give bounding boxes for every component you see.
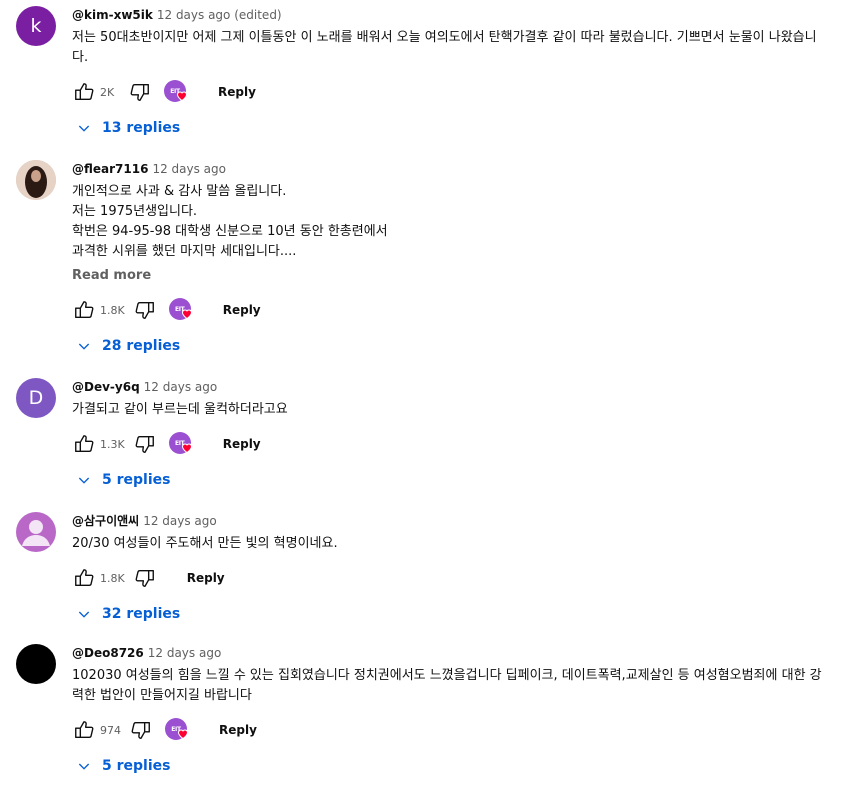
heart-icon xyxy=(181,309,192,319)
dislike-button[interactable] xyxy=(129,428,161,460)
replies-label: 32 replies xyxy=(102,606,181,622)
like-count: 974 xyxy=(100,723,121,737)
replies-label: 5 replies xyxy=(102,758,171,774)
view-replies-button[interactable]: 28 replies xyxy=(76,328,832,364)
author-name[interactable]: @Deo8726 xyxy=(72,646,144,660)
comment-actions: 974 EIT Reply xyxy=(68,714,832,746)
default-person-icon xyxy=(22,520,50,546)
view-replies-button[interactable]: 13 replies xyxy=(76,110,832,146)
like-button[interactable] xyxy=(68,294,100,326)
chevron-down-icon xyxy=(78,343,90,350)
creator-heart-badge: EIT xyxy=(160,76,192,108)
replies-label: 13 replies xyxy=(102,120,181,136)
comment-body: @kim-xw5ik 12 days ago (edited) 저는 50대초반이… xyxy=(72,6,832,146)
comment-time[interactable]: 12 days ago (edited) xyxy=(157,8,282,22)
comment-header: @삼구이앤씨 12 days ago xyxy=(72,512,832,530)
comment-body: @Deo8726 12 days ago 102030 여성들의 힘을 느낄 수 … xyxy=(72,644,832,784)
reply-button[interactable]: Reply xyxy=(204,76,270,108)
comment-actions: 1.8K EIT Reply xyxy=(68,294,832,326)
dislike-button[interactable] xyxy=(129,562,161,594)
like-button[interactable] xyxy=(68,428,100,460)
avatar-letter: k xyxy=(30,15,42,37)
comment-body: @Dev-y6q 12 days ago 가결되고 같이 부르는데 울컥하더라고요… xyxy=(72,378,832,498)
avatar[interactable] xyxy=(16,644,56,684)
dislike-button[interactable] xyxy=(124,76,156,108)
like-count: 1.8K xyxy=(100,571,125,585)
thumbs-down-icon xyxy=(135,301,154,319)
avatar[interactable] xyxy=(16,512,56,552)
creator-heart-badge: EIT xyxy=(165,428,197,460)
thumbs-up-icon xyxy=(75,569,94,587)
chevron-down-icon xyxy=(78,763,90,770)
dislike-button[interactable] xyxy=(129,294,161,326)
comment-text: 개인적으로 사과 & 감사 말씀 올립니다. 저는 1975년생입니다. 학번은… xyxy=(72,184,388,259)
comment-time[interactable]: 12 days ago xyxy=(152,162,226,176)
comment-text: 가결되고 같이 부르는데 울컥하더라고요 xyxy=(72,402,288,417)
creator-heart-badge: EIT xyxy=(161,714,193,746)
comment-body: @flear7116 12 days ago 개인적으로 사과 & 감사 말씀 올… xyxy=(72,160,832,364)
chevron-down-icon xyxy=(78,477,90,484)
like-button[interactable] xyxy=(68,562,100,594)
view-replies-button[interactable]: 5 replies xyxy=(76,462,832,498)
like-count: 1.3K xyxy=(100,437,125,451)
comment-body: @삼구이앤씨 12 days ago 20/30 여성들이 주도해서 만든 빛의 … xyxy=(72,512,832,632)
thumbs-down-icon xyxy=(135,569,154,587)
dislike-button[interactable] xyxy=(125,714,157,746)
comment-header: @Dev-y6q 12 days ago xyxy=(72,378,832,396)
author-name[interactable]: @flear7116 xyxy=(72,162,148,176)
like-count: 1.8K xyxy=(100,303,125,317)
thumbs-up-icon xyxy=(75,435,94,453)
view-replies-button[interactable]: 32 replies xyxy=(76,596,832,632)
comment-text: 저는 50대초반이지만 어제 그제 이틀동안 이 노래를 배워서 오늘 여의도에… xyxy=(72,30,817,65)
comment-actions: 1.8K Reply xyxy=(68,562,832,594)
like-button[interactable] xyxy=(68,714,100,746)
comment-time[interactable]: 12 days ago xyxy=(144,380,218,394)
comment-time[interactable]: 12 days ago xyxy=(148,646,222,660)
comment-text: 102030 여성들의 힘을 느낄 수 있는 집회였습니다 정치권에서도 느꼈을… xyxy=(72,668,822,703)
heart-icon xyxy=(177,729,189,739)
comment-text: 20/30 여성들이 주도해서 만든 빛의 혁명이네요. xyxy=(72,536,338,551)
creator-heart-badge: EIT xyxy=(165,294,197,326)
avatar[interactable]: k xyxy=(16,6,56,46)
avatar-letter: D xyxy=(28,387,44,409)
thumbs-up-icon xyxy=(75,301,94,319)
like-button[interactable] xyxy=(68,76,100,108)
comment-header: @kim-xw5ik 12 days ago (edited) xyxy=(72,6,832,24)
comment-actions: 2K EIT Reply xyxy=(68,76,832,108)
thumbs-up-icon xyxy=(75,83,94,101)
heart-icon xyxy=(176,91,188,101)
chevron-down-icon xyxy=(78,125,90,132)
comment-header: @Deo8726 12 days ago xyxy=(72,644,832,662)
avatar[interactable]: D xyxy=(16,378,56,418)
author-name[interactable]: @삼구이앤씨 xyxy=(72,514,139,528)
replies-label: 28 replies xyxy=(102,338,181,354)
comment-actions: 1.3K EIT Reply xyxy=(68,428,832,460)
avatar[interactable] xyxy=(16,160,56,200)
thumbs-down-icon xyxy=(130,83,149,101)
thumbs-down-icon xyxy=(131,721,150,739)
heart-icon xyxy=(181,443,192,453)
author-name[interactable]: @kim-xw5ik xyxy=(72,8,153,22)
view-replies-button[interactable]: 5 replies xyxy=(76,748,832,784)
thumbs-down-icon xyxy=(135,435,154,453)
profile-photo-icon xyxy=(16,160,56,200)
author-name[interactable]: @Dev-y6q xyxy=(72,380,140,394)
chevron-down-icon xyxy=(78,611,90,618)
reply-button[interactable]: Reply xyxy=(205,714,271,746)
thumbs-up-icon xyxy=(75,721,94,739)
comment-header: @flear7116 12 days ago xyxy=(72,160,832,178)
reply-button[interactable]: Reply xyxy=(173,562,239,594)
replies-label: 5 replies xyxy=(102,472,171,488)
read-more-button[interactable]: Read more xyxy=(72,266,832,286)
reply-button[interactable]: Reply xyxy=(209,294,275,326)
like-count: 2K xyxy=(100,85,115,99)
reply-button[interactable]: Reply xyxy=(209,428,275,460)
comment-time[interactable]: 12 days ago xyxy=(143,514,217,528)
